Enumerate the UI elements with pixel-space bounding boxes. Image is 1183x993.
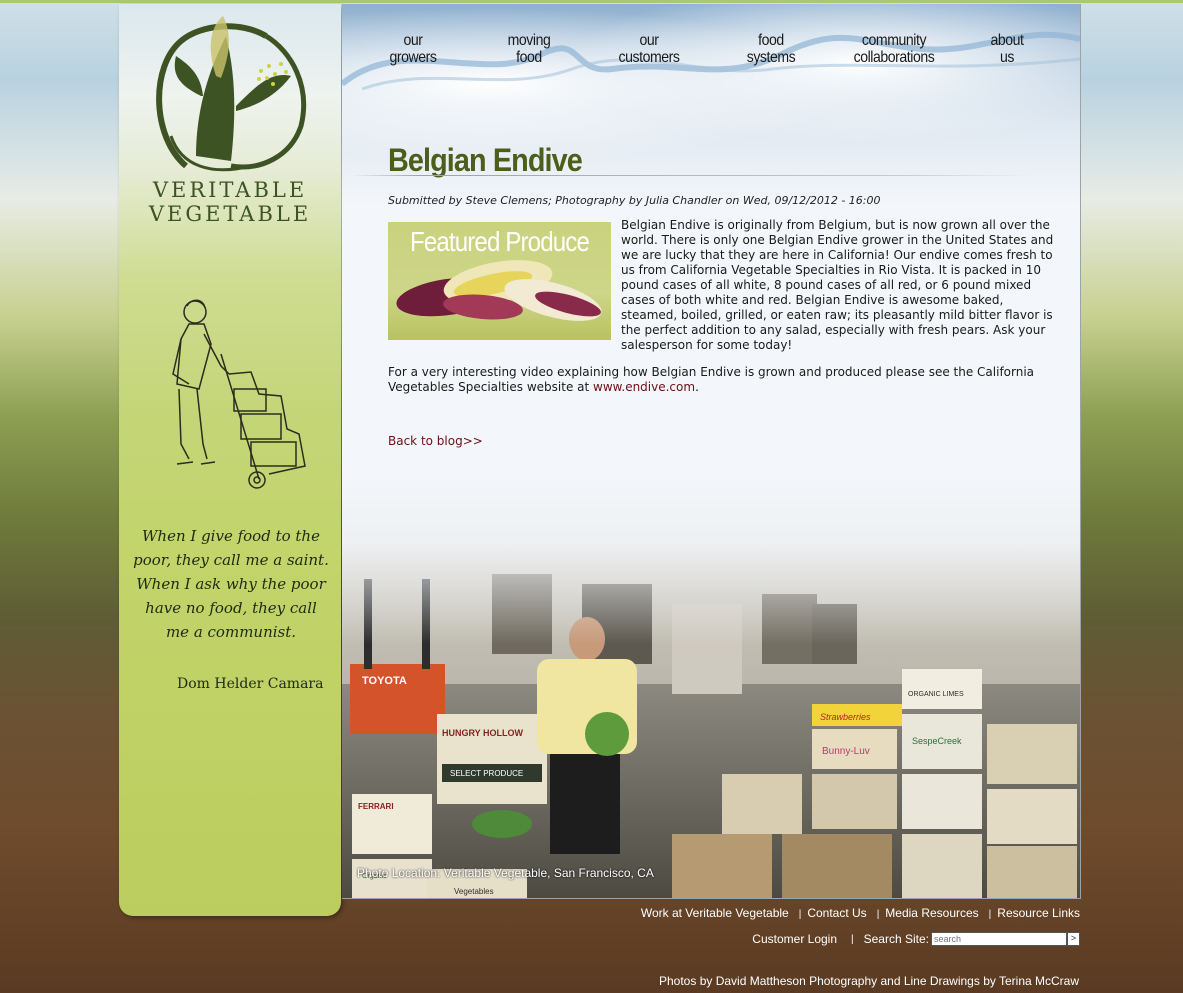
footer-link-resource[interactable]: Resource Links xyxy=(997,906,1080,920)
endive-website-link[interactable]: www.endive.com xyxy=(593,380,695,394)
page-title: Belgian Endive xyxy=(388,142,583,178)
photo-credits: Photos by David Mattheson Photography an… xyxy=(659,974,1079,988)
search-label: Search Site: xyxy=(863,932,929,946)
featured-produce-image: Featured Produce Featured Produce xyxy=(388,222,611,340)
footer-separator: | xyxy=(876,909,880,920)
footer-login-search-row: Customer Login | Search Site: > xyxy=(752,932,1080,946)
sidebar: VERITABLE VEGETABLE When I give food to … xyxy=(119,4,341,916)
photo-sign-hungry-hollow: HUNGRY HOLLOW xyxy=(442,728,524,738)
footer-separator: | xyxy=(851,933,854,945)
nav-our-growers[interactable]: our growers xyxy=(375,32,451,66)
farmer-hand-truck-drawing xyxy=(172,299,306,489)
nav-moving-food[interactable]: moving food xyxy=(489,32,568,66)
photo-sign-ferrari: FERRARI xyxy=(358,802,394,811)
article-paragraph-1: Belgian Endive is originally from Belgiu… xyxy=(621,218,1054,352)
footer-separator: | xyxy=(798,909,802,920)
paragraph-2-text: For a very interesting video explaining … xyxy=(388,365,1035,394)
top-accent-line xyxy=(0,0,1183,3)
search-submit-button[interactable]: > xyxy=(1067,932,1080,946)
back-to-blog-link[interactable]: Back to blog>> xyxy=(388,434,483,448)
photo-sign-sespe-creek: SespeCreek xyxy=(912,736,962,746)
footer-link-contact[interactable]: Contact Us xyxy=(807,906,866,920)
nav-community-collaborations[interactable]: community collaborations xyxy=(838,32,951,66)
customer-login-link[interactable]: Customer Login xyxy=(752,932,837,946)
photo-caption: Photo Location: Veritable Vegetable, San… xyxy=(357,866,654,880)
photo-sign-bunny-luv: Bunny-Luv xyxy=(822,746,870,757)
main-content: our growers moving food our customers fo… xyxy=(342,4,1081,899)
title-divider xyxy=(352,175,1032,176)
article-paragraph-2: For a very interesting video explaining … xyxy=(388,365,1058,395)
footer-separator: | xyxy=(988,909,992,920)
footer-link-media[interactable]: Media Resources xyxy=(885,906,978,920)
photo-sign-organic-limes: ORGANIC LIMES xyxy=(908,691,964,698)
nav-about-us[interactable]: about us xyxy=(974,32,1039,66)
photo-sign-toyota: TOYOTA xyxy=(362,675,407,687)
photo-sign-vegetables: Vegetables xyxy=(454,887,494,896)
photo-sign-select-produce: SELECT PRODUCE xyxy=(450,769,523,778)
photo-sign-strawberries: Strawberries xyxy=(820,712,871,722)
quote-author: Dom Helder Camara xyxy=(177,676,324,692)
sidebar-quote: When I give food to the poor, they call … xyxy=(133,527,329,641)
footer-links: Work at Veritable Vegetable | Contact Us | M… xyxy=(641,906,1080,920)
logo-text-veritable: VERITABLE xyxy=(152,178,308,202)
search-input[interactable] xyxy=(931,932,1067,946)
nav-food-systems[interactable]: food systems xyxy=(731,32,810,66)
paragraph-2-end: . xyxy=(695,380,699,394)
logo-text-vegetable: VEGETABLE xyxy=(148,202,312,226)
photo-top-fade xyxy=(342,474,1080,644)
nav-our-customers[interactable]: our customers xyxy=(606,32,692,66)
veritable-vegetable-logo[interactable] xyxy=(141,16,321,181)
featured-produce-label-overlay: Featured Produce xyxy=(409,226,590,257)
footer-link-work[interactable]: Work at Veritable Vegetable xyxy=(641,906,789,920)
main-navigation: our growers moving food our customers fo… xyxy=(342,32,1080,82)
article-byline: Submitted by Steve Clemens; Photography … xyxy=(388,194,881,207)
